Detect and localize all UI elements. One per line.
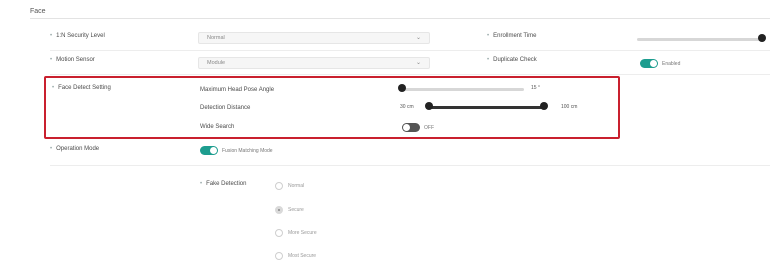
fake-detection-option-most-secure: Most Secure bbox=[288, 253, 317, 259]
detection-distance-min: 30 cm bbox=[400, 104, 414, 110]
fake-detection-option-more-secure: More Secure bbox=[288, 230, 317, 236]
detection-distance-min-handle[interactable] bbox=[425, 102, 433, 110]
row-divider bbox=[50, 50, 770, 51]
fake-detection-radio-normal[interactable] bbox=[275, 182, 283, 190]
operation-mode-label: Operation Mode bbox=[50, 146, 99, 152]
motion-sensor-label: Motion Sensor bbox=[50, 57, 95, 63]
detection-distance-max-handle[interactable] bbox=[540, 102, 548, 110]
fake-detection-label: Fake Detection bbox=[200, 181, 246, 187]
section-divider bbox=[30, 18, 770, 19]
face-detect-setting-label: Face Detect Setting bbox=[52, 85, 111, 91]
motion-sensor-select[interactable]: Module ⌄ bbox=[198, 57, 430, 69]
security-level-value: Normal bbox=[207, 35, 225, 41]
detection-distance-range bbox=[430, 106, 544, 109]
row-divider bbox=[50, 165, 770, 166]
wide-search-label: Wide Search bbox=[200, 124, 235, 130]
section-title: Face bbox=[30, 8, 46, 15]
head-pose-track bbox=[402, 88, 524, 91]
fake-detection-option-normal: Normal bbox=[288, 183, 305, 189]
detection-distance-max: 100 cm bbox=[561, 104, 578, 110]
operation-mode-toggle[interactable] bbox=[200, 146, 218, 155]
head-pose-value: 15 ° bbox=[531, 85, 540, 91]
enrollment-time-label: Enrollment Time bbox=[487, 33, 536, 39]
detection-distance-label: Detection Distance bbox=[200, 105, 251, 111]
wide-search-toggle[interactable] bbox=[402, 123, 420, 132]
head-pose-label: Maximum Head Pose Angle bbox=[200, 87, 275, 93]
row-divider bbox=[50, 74, 770, 75]
duplicate-check-toggle[interactable] bbox=[640, 59, 658, 68]
fake-detection-radio-secure[interactable] bbox=[275, 206, 283, 214]
enrollment-time-slider-handle[interactable] bbox=[758, 34, 766, 42]
head-pose-slider-handle[interactable] bbox=[398, 84, 406, 92]
fake-detection-option-secure: Secure bbox=[288, 207, 304, 213]
chevron-down-icon: ⌄ bbox=[415, 60, 421, 66]
security-level-label: 1:N Security Level bbox=[50, 33, 105, 39]
fake-detection-radio-more-secure[interactable] bbox=[275, 229, 283, 237]
security-level-select[interactable]: Normal ⌄ bbox=[198, 32, 430, 44]
wide-search-toggle-label: OFF bbox=[424, 125, 434, 131]
duplicate-check-toggle-label: Enabled bbox=[662, 61, 681, 67]
enrollment-time-track bbox=[637, 38, 763, 41]
fake-detection-radio-most-secure[interactable] bbox=[275, 252, 283, 260]
chevron-down-icon: ⌄ bbox=[415, 35, 421, 41]
operation-mode-toggle-label: Fusion Matching Mode bbox=[222, 148, 273, 154]
duplicate-check-label: Duplicate Check bbox=[487, 57, 537, 63]
motion-sensor-value: Module bbox=[207, 60, 226, 66]
